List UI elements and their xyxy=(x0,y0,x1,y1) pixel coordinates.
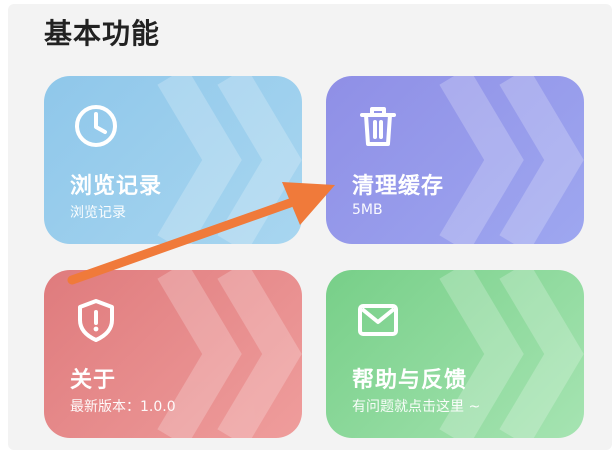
card-subtitle: 浏览记录 xyxy=(70,205,126,221)
card-help-feedback[interactable]: 帮助与反馈 有问题就点击这里 ~ xyxy=(326,270,584,438)
card-subtitle: 有问题就点击这里 ~ xyxy=(352,399,481,415)
card-title: 关于 xyxy=(70,368,117,393)
trash-icon xyxy=(360,107,396,146)
mail-icon xyxy=(358,304,398,336)
chevron-pattern xyxy=(439,76,584,244)
card-about[interactable]: 关于 最新版本：1.0.0 xyxy=(44,270,302,438)
card-title: 帮助与反馈 xyxy=(352,368,468,393)
card-subtitle: 最新版本：1.0.0 xyxy=(70,399,176,415)
card-title: 清理缓存 xyxy=(352,174,445,199)
card-clear-cache[interactable]: 清理缓存 5MB xyxy=(326,76,584,244)
shield-alert-icon xyxy=(78,299,114,342)
card-title: 浏览记录 xyxy=(70,174,163,199)
card-browse-history[interactable]: 浏览记录 浏览记录 xyxy=(44,76,302,244)
chevron-pattern xyxy=(157,76,302,244)
clock-icon xyxy=(75,105,117,147)
section-title: 基本功能 xyxy=(44,17,161,50)
card-subtitle: 5MB xyxy=(352,202,383,218)
